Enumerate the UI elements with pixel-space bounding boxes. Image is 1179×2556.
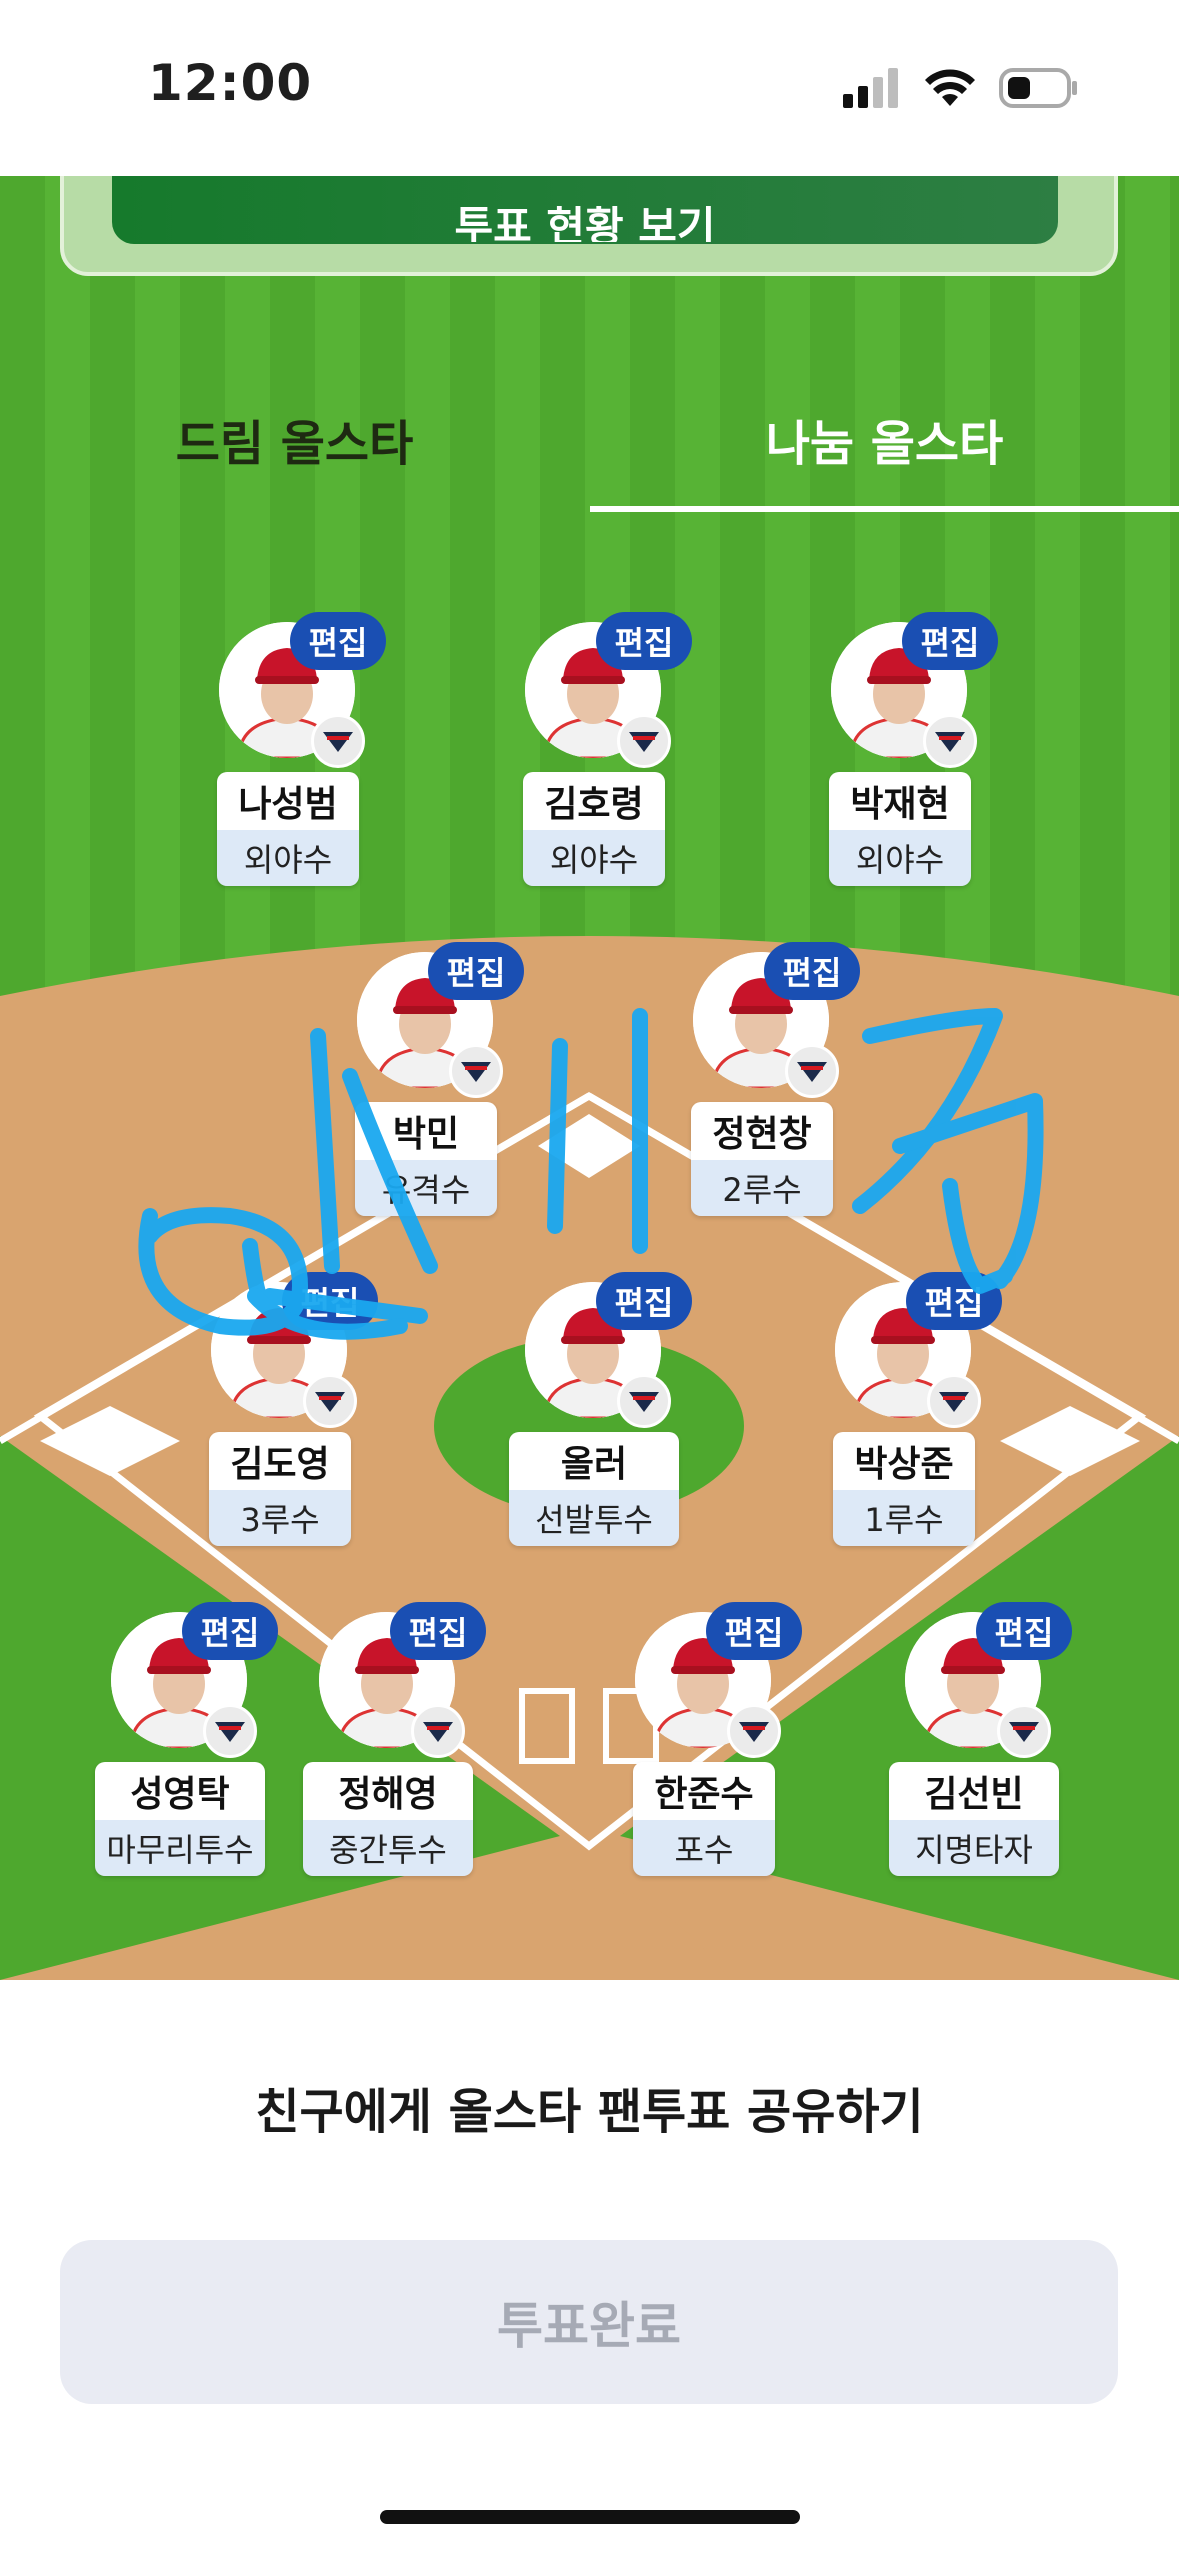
- player-namecard: 박재현 외야수: [829, 772, 971, 886]
- player-namecard: 김선빈 지명타자: [889, 1762, 1059, 1876]
- player-name: 김선빈: [889, 1762, 1059, 1820]
- player-namecard: 김도영 3루수: [209, 1432, 351, 1546]
- tigers-logo-icon: [927, 1374, 981, 1428]
- player-name: 성영탁: [95, 1762, 265, 1820]
- player-name: 박민: [355, 1102, 497, 1160]
- player-name: 정해영: [303, 1762, 473, 1820]
- player-position: 외야수: [829, 830, 971, 886]
- team-tabs: 드림 올스타 나눔 올스타: [0, 364, 1179, 514]
- edit-button[interactable]: 편집: [764, 942, 860, 1000]
- vote-complete-button[interactable]: 투표완료: [60, 2240, 1118, 2404]
- selected-tab-indicator: [590, 506, 1179, 512]
- edit-button[interactable]: 편집: [428, 942, 524, 1000]
- player-position: 지명타자: [889, 1820, 1059, 1876]
- player-namecard: 나성범 외야수: [217, 772, 359, 886]
- player-namecard: 올러 선발투수: [509, 1432, 679, 1546]
- player-position: 유격수: [355, 1160, 497, 1216]
- player-namecard: 정해영 중간투수: [303, 1762, 473, 1876]
- player-namecard: 김호령 외야수: [523, 772, 665, 886]
- status-icons: [843, 66, 1079, 110]
- player-name: 박상준: [833, 1432, 975, 1490]
- tigers-logo-icon: [411, 1704, 465, 1758]
- player-name: 김도영: [209, 1432, 351, 1490]
- edit-button[interactable]: 편집: [182, 1602, 278, 1660]
- wifi-icon: [925, 69, 975, 106]
- player-position: 외야수: [217, 830, 359, 886]
- share-allstar-vote-link[interactable]: 친구에게 올스타 팬투표 공유하기: [0, 2072, 1179, 2142]
- tigers-logo-icon: [997, 1704, 1051, 1758]
- lineup-field: 투표 현황 보기 드림 올스타 나눔 올스타 편집 나성범 외야수 편집 김호령 외야수…: [0, 176, 1179, 1980]
- player-name: 박재현: [829, 772, 971, 830]
- tigers-logo-icon: [303, 1374, 357, 1428]
- player-position: 1루수: [833, 1490, 975, 1546]
- tab-dream-allstar[interactable]: 드림 올스타: [0, 364, 589, 514]
- player-name: 나성범: [217, 772, 359, 830]
- player-position: 2루수: [691, 1160, 833, 1216]
- player-name: 정현창: [691, 1102, 833, 1160]
- tab-nanum-allstar[interactable]: 나눔 올스타: [590, 364, 1179, 514]
- edit-button[interactable]: 편집: [706, 1602, 802, 1660]
- tigers-logo-icon: [203, 1704, 257, 1758]
- edit-button[interactable]: 편집: [902, 612, 998, 670]
- player-name: 김호령: [523, 772, 665, 830]
- edit-button[interactable]: 편집: [976, 1602, 1072, 1660]
- player-position: 3루수: [209, 1490, 351, 1546]
- tigers-logo-icon: [923, 714, 977, 768]
- tigers-logo-icon: [449, 1044, 503, 1098]
- player-position: 선발투수: [509, 1490, 679, 1546]
- tigers-logo-icon: [727, 1704, 781, 1758]
- edit-button[interactable]: 편집: [596, 612, 692, 670]
- view-vote-status-button[interactable]: 투표 현황 보기: [112, 176, 1058, 244]
- player-namecard: 한준수 포수: [633, 1762, 775, 1876]
- battery-icon: [999, 68, 1077, 108]
- signal-icon: [843, 68, 898, 108]
- summary-card: 투표 현황 보기: [60, 176, 1118, 276]
- player-namecard: 정현창 2루수: [691, 1102, 833, 1216]
- tigers-logo-icon: [617, 1374, 671, 1428]
- view-vote-status-label: 투표 현황 보기: [454, 206, 716, 242]
- player-namecard: 박민 유격수: [355, 1102, 497, 1216]
- player-namecard: 성영탁 마무리투수: [95, 1762, 265, 1876]
- player-name: 올러: [509, 1432, 679, 1490]
- edit-button[interactable]: 편집: [390, 1602, 486, 1660]
- tigers-logo-icon: [311, 714, 365, 768]
- player-name: 한준수: [633, 1762, 775, 1820]
- player-namecard: 박상준 1루수: [833, 1432, 975, 1546]
- player-position: 포수: [633, 1820, 775, 1876]
- edit-button[interactable]: 편집: [596, 1272, 692, 1330]
- tigers-logo-icon: [617, 714, 671, 768]
- tigers-logo-icon: [785, 1044, 839, 1098]
- player-position: 마무리투수: [95, 1820, 265, 1876]
- edit-button[interactable]: 편집: [282, 1272, 378, 1330]
- edit-button[interactable]: 편집: [290, 612, 386, 670]
- edit-button[interactable]: 편집: [906, 1272, 1002, 1330]
- status-bar: 12:00: [0, 0, 1179, 176]
- status-time: 12:00: [148, 54, 313, 112]
- home-indicator: [380, 2510, 800, 2524]
- player-position: 외야수: [523, 830, 665, 886]
- player-position: 중간투수: [303, 1820, 473, 1876]
